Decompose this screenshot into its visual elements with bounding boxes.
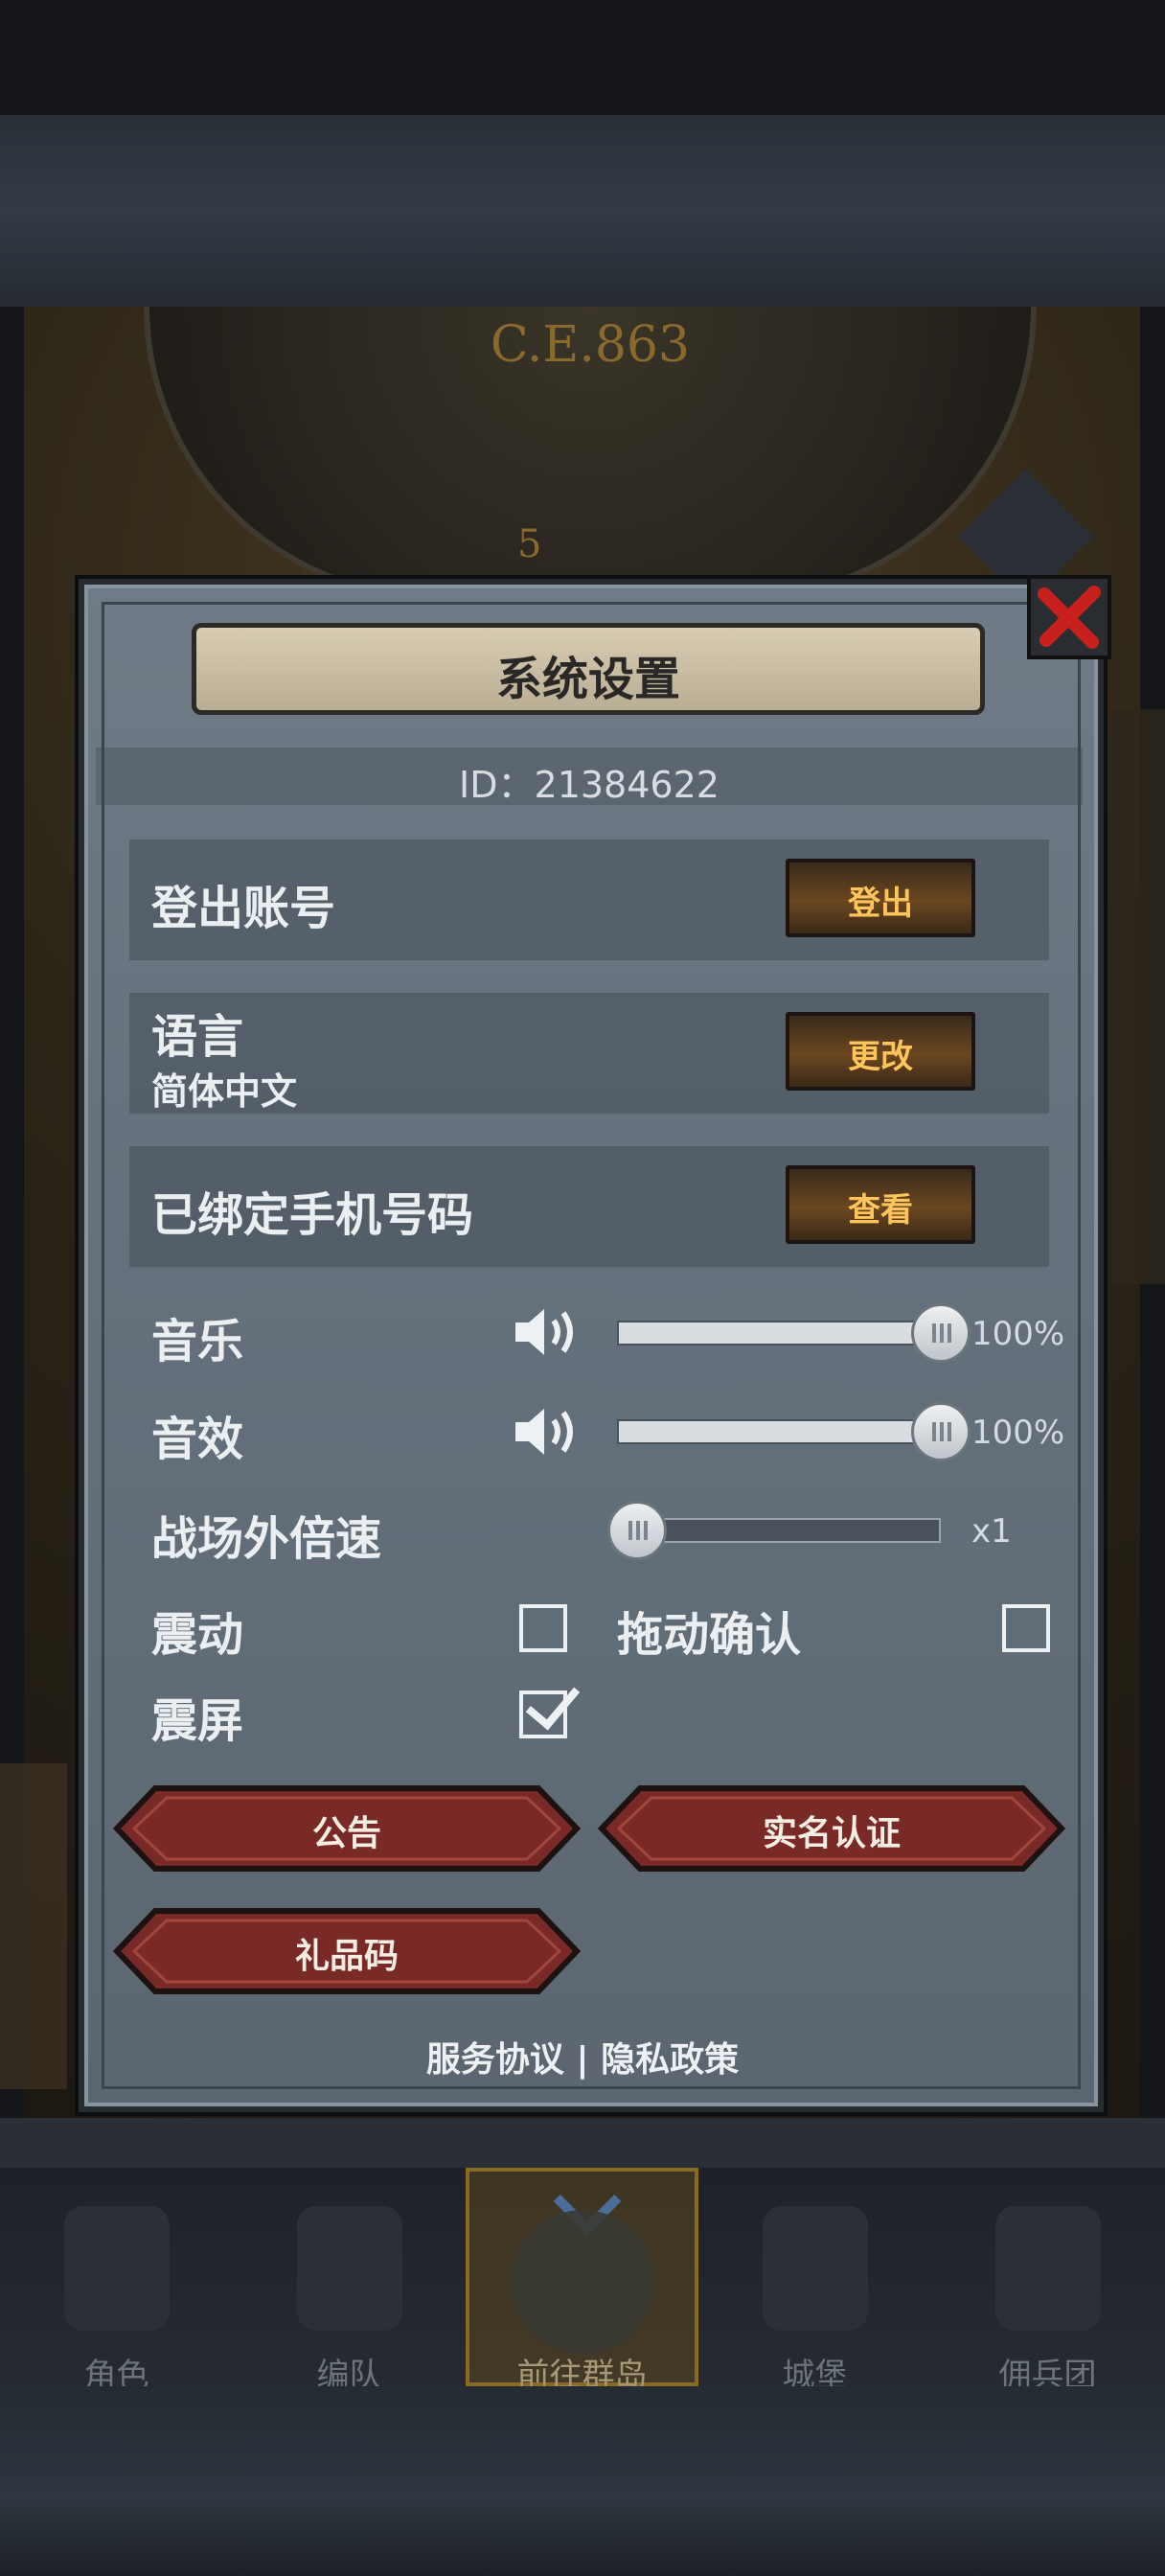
ship-icon bbox=[994, 2206, 1101, 2331]
id-bar: ID：21384622 bbox=[96, 748, 1083, 806]
nav-item-character[interactable]: 角色 bbox=[0, 2168, 233, 2392]
footer-links: 服务协议 | 隐私政策 bbox=[0, 2032, 1165, 2082]
drag-confirm-checkbox[interactable] bbox=[1002, 1604, 1050, 1652]
phone-label: 已绑定手机号码 bbox=[151, 1188, 474, 1242]
notice-button-label: 公告 bbox=[311, 1814, 381, 1853]
vibration-checkbox[interactable] bbox=[519, 1604, 567, 1652]
sfx-label: 音效 bbox=[151, 1413, 244, 1466]
change-button-label: 更改 bbox=[848, 1038, 913, 1076]
dial-number: 5 bbox=[517, 522, 542, 566]
logout-button[interactable]: 登出 bbox=[786, 859, 975, 937]
music-label: 音乐 bbox=[151, 1315, 244, 1368]
globe-icon bbox=[510, 2210, 654, 2354]
notice-button[interactable]: 公告 bbox=[113, 1784, 581, 1873]
background-strip bbox=[0, 2118, 1165, 2175]
real-name-button-label: 实名认证 bbox=[762, 1814, 901, 1853]
nav-item-mercenary[interactable]: 佣兵团 bbox=[931, 2168, 1164, 2392]
nav-item-castle[interactable]: 城堡 bbox=[698, 2168, 931, 2392]
helmet-icon bbox=[296, 2206, 402, 2331]
speaker-icon[interactable] bbox=[512, 1303, 581, 1361]
close-icon bbox=[1038, 586, 1101, 649]
sfx-slider[interactable] bbox=[617, 1419, 941, 1444]
bottom-nav: 角色 编队 前往群岛 城堡 佣兵团 bbox=[0, 2167, 1165, 2392]
privacy-policy-link[interactable]: 隐私政策 bbox=[601, 2040, 739, 2080]
top-backdrop bbox=[0, 115, 1165, 307]
title-banner: 系统设置 bbox=[192, 623, 985, 715]
gift-code-button[interactable]: 礼品码 bbox=[113, 1907, 581, 1995]
dialog-title: 系统设置 bbox=[495, 653, 680, 706]
background-side-panel-right bbox=[1111, 709, 1165, 1284]
language-value: 简体中文 bbox=[151, 1070, 298, 1113]
screen-shake-checkbox[interactable] bbox=[519, 1673, 581, 1738]
view-button-label: 查看 bbox=[848, 1191, 913, 1230]
year-text: C.E.863 bbox=[490, 316, 691, 374]
real-name-button[interactable]: 实名认证 bbox=[598, 1784, 1065, 1873]
sfx-value: 100% bbox=[971, 1414, 1065, 1452]
nav-item-team[interactable]: 编队 bbox=[233, 2168, 466, 2392]
vibration-label: 震动 bbox=[151, 1608, 244, 1662]
music-slider-handle[interactable] bbox=[911, 1303, 971, 1363]
logout-label: 登出账号 bbox=[151, 882, 336, 935]
music-value: 100% bbox=[971, 1315, 1065, 1353]
castle-icon bbox=[762, 2206, 868, 2331]
service-agreement-link[interactable]: 服务协议 bbox=[426, 2040, 564, 2080]
close-button[interactable] bbox=[1027, 575, 1111, 659]
logout-button-label: 登出 bbox=[848, 885, 913, 923]
footer-separator: | bbox=[576, 2040, 589, 2080]
player-id: ID：21384622 bbox=[459, 764, 720, 806]
nav-item-islands[interactable]: 前往群岛 bbox=[466, 2167, 698, 2392]
view-phone-button[interactable]: 查看 bbox=[786, 1165, 975, 1244]
bottom-backdrop bbox=[0, 2386, 1165, 2576]
sfx-slider-handle[interactable] bbox=[911, 1402, 971, 1461]
language-label: 语言 bbox=[151, 1010, 244, 1064]
speed-label: 战场外倍速 bbox=[151, 1512, 382, 1566]
change-language-button[interactable]: 更改 bbox=[786, 1012, 975, 1091]
speaker-icon[interactable] bbox=[512, 1403, 581, 1460]
gift-code-button-label: 礼品码 bbox=[294, 1937, 399, 1976]
knight-icon bbox=[63, 2206, 170, 2331]
music-slider[interactable] bbox=[617, 1321, 941, 1346]
drag-confirm-label: 拖动确认 bbox=[617, 1608, 802, 1662]
speed-value: x1 bbox=[971, 1512, 1012, 1551]
screen-shake-label: 震屏 bbox=[151, 1694, 244, 1748]
speed-slider-handle[interactable] bbox=[607, 1501, 667, 1560]
